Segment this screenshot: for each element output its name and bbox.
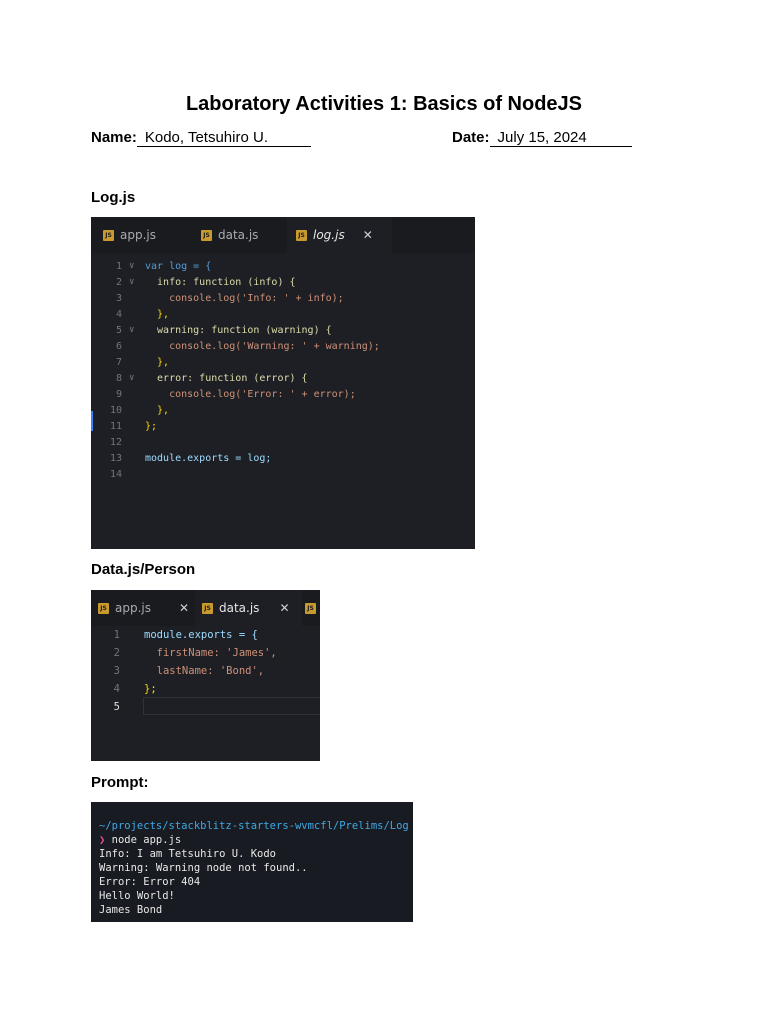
section-heading-prompt: Prompt:	[91, 774, 149, 791]
line-number: 1	[113, 629, 120, 641]
fold-chevron-icon[interactable]: ∨	[129, 277, 134, 287]
js-file-icon: JS	[296, 229, 307, 241]
close-icon[interactable]: ✕	[179, 601, 189, 615]
tab-app-js[interactable]: JS app.js ✕	[91, 590, 194, 626]
terminal-command: node app.js	[111, 834, 182, 846]
js-file-icon: JS	[98, 602, 109, 614]
tab-label: data.js	[219, 601, 260, 615]
terminal-output-line: James Bond	[99, 904, 163, 916]
line-number: 2	[115, 277, 122, 288]
tab-data-js[interactable]: JS data.js	[195, 217, 287, 253]
code-line: };	[144, 683, 157, 695]
gutter-change-marker	[91, 411, 93, 431]
name-label: Name:	[91, 129, 137, 146]
terminal-output-line: Info: I am Tetsuhiro U. Kodo	[99, 848, 277, 860]
line-number: 7	[115, 357, 122, 368]
line-number: 11	[109, 421, 122, 432]
close-icon[interactable]: ✕	[279, 601, 289, 615]
line-number: 1	[115, 261, 122, 272]
date-value: July 15, 2024	[489, 129, 632, 147]
line-number: 13	[109, 453, 122, 464]
fold-chevron-icon[interactable]: ∨	[129, 325, 134, 335]
name-value: Kodo, Tetsuhiro U.	[136, 129, 311, 147]
line-number: 5	[115, 325, 122, 336]
date-field: Date: July 15, 2024	[452, 129, 632, 147]
date-label: Date:	[452, 129, 490, 146]
line-number: 9	[115, 389, 122, 400]
code-line: },	[145, 357, 170, 368]
line-number: 4	[115, 309, 122, 320]
line-number: 3	[113, 665, 120, 677]
line-number: 12	[109, 437, 122, 448]
code-line: },	[145, 309, 170, 320]
line-number: 10	[109, 405, 122, 416]
close-icon[interactable]: ✕	[363, 228, 373, 242]
section-heading-log: Log.js	[91, 189, 136, 206]
data-js-editor-screenshot: JS app.js ✕ JS data.js ✕ JS 1 module.exports …	[91, 590, 320, 761]
editor-tab-bar: JS app.js ✕ JS data.js ✕ JS	[91, 590, 320, 626]
terminal-output-line: Error: Error 404	[99, 876, 201, 888]
editor-tab-bar: JS app.js JS data.js JS log.js ✕	[91, 217, 475, 253]
js-file-icon: JS	[201, 229, 212, 241]
tab-data-js[interactable]: JS data.js ✕	[195, 590, 302, 626]
line-number: 4	[113, 683, 120, 695]
js-file-icon: JS	[202, 602, 213, 614]
code-line: module.exports = log;	[145, 453, 272, 464]
code-line: },	[145, 405, 170, 416]
code-line: module.exports = {	[144, 629, 258, 641]
tab-label: data.js	[218, 228, 259, 242]
js-file-icon: JS	[305, 602, 316, 614]
line-number: 6	[115, 341, 122, 352]
line-number: 3	[115, 293, 122, 304]
code-line: firstName: 'James',	[144, 647, 277, 659]
terminal-screenshot: ~/projects/stackblitz-starters-wvmcfl/Pr…	[91, 802, 413, 922]
terminal-path: ~/projects/stackblitz-starters-wvmcfl/Pr…	[99, 820, 409, 832]
line-number: 2	[113, 647, 120, 659]
fold-chevron-icon[interactable]: ∨	[129, 261, 134, 271]
section-heading-data: Data.js/Person	[91, 561, 196, 578]
tab-app-js[interactable]: JS app.js	[95, 217, 195, 253]
tab-log-js[interactable]: JS log.js ✕	[287, 217, 392, 253]
terminal-output-line: Hello World!	[99, 890, 175, 902]
code-line: var log = {	[145, 261, 212, 272]
current-line-highlight[interactable]	[143, 697, 320, 715]
tab-label: app.js	[120, 228, 156, 242]
name-field: Name: Kodo, Tetsuhiro U.	[91, 129, 311, 147]
document-title: Laboratory Activities 1: Basics of NodeJ…	[185, 93, 583, 115]
code-line: };	[145, 421, 158, 432]
line-number: 8	[115, 373, 122, 384]
code-line: console.log('Warning: ' + warning);	[145, 341, 380, 352]
tab-overflow[interactable]: JS	[303, 590, 320, 626]
code-line: console.log('Error: ' + error);	[145, 389, 356, 400]
code-line: warning: function (warning) {	[145, 325, 332, 336]
js-file-icon: JS	[103, 229, 114, 241]
code-line: error: function (error) {	[145, 373, 308, 384]
fold-chevron-icon[interactable]: ∨	[129, 373, 134, 383]
tab-label: app.js	[115, 601, 151, 615]
tab-label: log.js	[313, 228, 345, 242]
code-line: info: function (info) {	[145, 277, 296, 288]
terminal-output-line: Warning: Warning node not found..	[99, 862, 308, 874]
code-line: console.log('Info: ' + info);	[145, 293, 344, 304]
code-line: lastName: 'Bond',	[144, 665, 265, 677]
terminal-command-line: ❯ node app.js	[99, 834, 181, 846]
line-number: 5	[113, 701, 120, 713]
line-number: 14	[109, 469, 122, 480]
log-js-editor-screenshot: JS app.js JS data.js JS log.js ✕ 1 ∨ var log =…	[91, 217, 475, 549]
prompt-arrow-icon: ❯	[99, 834, 106, 846]
